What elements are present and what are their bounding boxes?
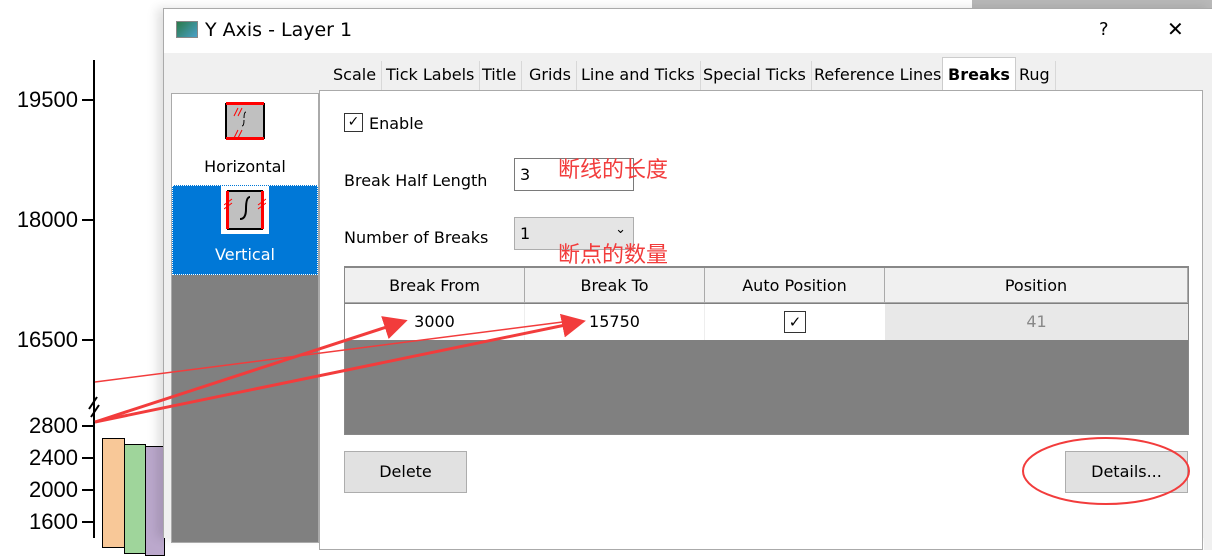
annotation-arrows <box>94 313 1190 505</box>
annotation-arrow <box>94 316 408 424</box>
details-highlight-ellipse <box>1022 437 1190 505</box>
